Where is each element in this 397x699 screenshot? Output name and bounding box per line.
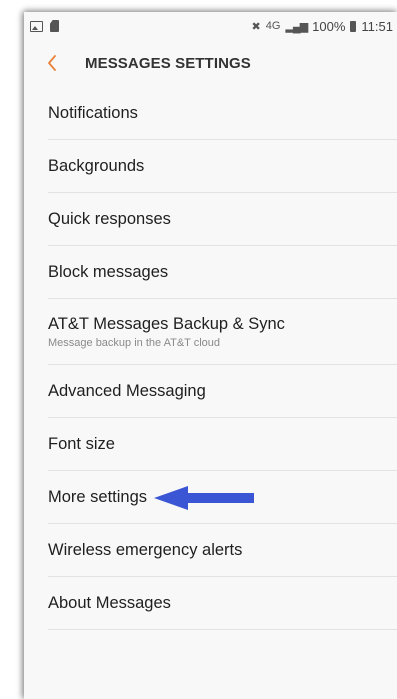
clock: 11:51 — [361, 18, 393, 34]
status-bar: ✖ 4G ▂▄▆ 100% 11:51 — [24, 12, 397, 40]
item-label: Backgrounds — [48, 157, 145, 175]
settings-item-wireless-emergency-alerts[interactable]: Wireless emergency alerts — [24, 524, 397, 577]
item-label: Wireless emergency alerts — [48, 541, 243, 559]
item-label: AT&T Messages Backup & Sync — [48, 315, 285, 333]
battery-icon — [350, 20, 357, 32]
item-label: Block messages — [48, 263, 169, 281]
sd-card-icon — [50, 20, 59, 32]
signal-icon: ▂▄▆ — [285, 20, 308, 33]
mute-icon: ✖ — [251, 20, 261, 33]
settings-item-notifications[interactable]: Notifications — [24, 87, 397, 140]
status-left — [30, 20, 59, 32]
phone-screen: ✖ 4G ▂▄▆ 100% 11:51 MESSAGES SETTINGS No… — [24, 12, 397, 699]
battery-percent: 100% — [312, 18, 346, 34]
item-label: About Messages — [48, 594, 171, 612]
settings-list: Notifications Backgrounds Quick response… — [24, 87, 397, 630]
settings-item-block-messages[interactable]: Block messages — [24, 246, 397, 299]
network-icon: 4G — [265, 20, 281, 32]
item-label: Advanced Messaging — [48, 382, 206, 400]
settings-item-quick-responses[interactable]: Quick responses — [24, 193, 397, 246]
image-icon — [30, 20, 43, 32]
chevron-left-icon[interactable] — [43, 54, 61, 72]
item-label: Quick responses — [48, 210, 171, 228]
item-label: Font size — [48, 435, 115, 453]
settings-item-backup-sync[interactable]: AT&T Messages Backup & Sync Message back… — [24, 299, 397, 365]
page-title: MESSAGES SETTINGS — [85, 54, 251, 72]
settings-item-backgrounds[interactable]: Backgrounds — [24, 140, 397, 193]
annotation-arrow-icon — [154, 486, 254, 510]
settings-item-advanced-messaging[interactable]: Advanced Messaging — [24, 365, 397, 418]
settings-item-font-size[interactable]: Font size — [24, 418, 397, 471]
app-bar: MESSAGES SETTINGS — [24, 40, 397, 86]
item-label: Notifications — [48, 104, 138, 122]
item-subtitle: Message backup in the AT&T cloud — [48, 337, 221, 349]
settings-item-about-messages[interactable]: About Messages — [24, 577, 397, 630]
status-right: ✖ 4G ▂▄▆ 100% 11:51 — [252, 19, 393, 34]
